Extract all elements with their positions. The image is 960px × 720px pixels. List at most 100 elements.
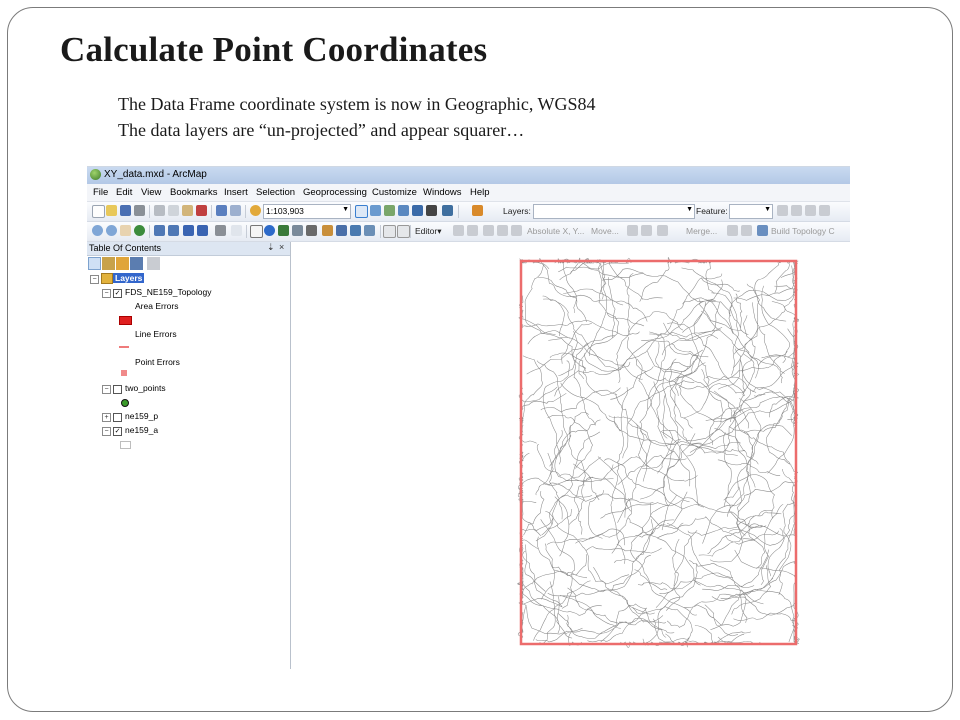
html-popup-icon[interactable] xyxy=(336,225,347,236)
collapse-icon[interactable]: − xyxy=(90,275,99,284)
menu-selection[interactable]: Selection xyxy=(256,187,295,198)
clear-selection-icon[interactable] xyxy=(231,225,242,236)
build-topology-icon[interactable] xyxy=(757,225,768,236)
hyperlink-icon[interactable] xyxy=(322,225,333,236)
attributes-icon[interactable] xyxy=(657,225,668,236)
go-to-xy-icon[interactable] xyxy=(350,225,361,236)
delete-icon[interactable] xyxy=(196,205,207,216)
redo-icon[interactable] xyxy=(230,205,241,216)
forward-extent-icon[interactable] xyxy=(197,225,208,236)
add-data-icon[interactable] xyxy=(250,205,261,216)
edit-annotation-icon[interactable] xyxy=(467,225,478,236)
toc-layer-ne159-p[interactable]: ne159_p xyxy=(125,411,158,421)
standard-toolbar: 1:103,903 ▼ Layers: ▼ Feature: ▼ xyxy=(87,202,850,222)
create-viewer-icon[interactable] xyxy=(383,225,396,238)
menu-windows[interactable]: Windows xyxy=(423,187,462,198)
sketch-properties-icon[interactable] xyxy=(727,225,738,236)
toc-layer-ne159-a[interactable]: ne159_a xyxy=(125,425,158,435)
topology-options-icon[interactable] xyxy=(819,205,830,216)
collapse-icon[interactable]: − xyxy=(102,385,111,394)
toc-line-errors-label: Line Errors xyxy=(135,329,177,339)
full-extent-icon[interactable] xyxy=(134,225,145,236)
edit-tool-icon[interactable] xyxy=(453,225,464,236)
expand-icon[interactable]: + xyxy=(102,413,111,422)
pan-icon[interactable] xyxy=(120,225,131,236)
topology-layer-dropdown[interactable]: ▼ xyxy=(533,204,695,219)
open-folder-icon[interactable] xyxy=(106,205,117,216)
menu-help[interactable]: Help xyxy=(470,187,490,198)
menu-view[interactable]: View xyxy=(141,187,161,198)
map-scale-dropdown[interactable]: 1:103,903 ▼ xyxy=(263,204,351,219)
collapse-icon[interactable]: − xyxy=(102,289,111,298)
undo-icon[interactable] xyxy=(216,205,227,216)
slide-body-line-2: The data layers are “un-projected” and a… xyxy=(118,120,525,140)
menu-insert[interactable]: Insert xyxy=(224,187,248,198)
pin-icon[interactable]: ⇣ xyxy=(267,242,275,253)
tools-toolbar: Editor▾ Absolute X, Y... Move... Merge..… xyxy=(87,222,850,242)
layer-visibility-checkbox[interactable] xyxy=(113,385,122,394)
absolute-xy-tool[interactable]: Absolute X, Y... xyxy=(527,226,584,236)
menu-edit[interactable]: Edit xyxy=(116,187,132,198)
topology-nav-first-icon[interactable] xyxy=(777,205,788,216)
create-features-icon[interactable] xyxy=(741,225,752,236)
merge-tool[interactable]: Merge... xyxy=(686,226,717,236)
menu-geoprocessing[interactable]: Geoprocessing xyxy=(303,187,367,198)
paste-icon[interactable] xyxy=(182,205,193,216)
split-tool-icon[interactable] xyxy=(627,225,638,236)
select-elements-icon[interactable] xyxy=(250,225,263,238)
topology-nav-next-icon[interactable] xyxy=(791,205,802,216)
toc-options-icon[interactable] xyxy=(147,257,160,270)
build-topology-tool[interactable]: Build Topology C xyxy=(771,226,835,236)
editor-toolbar-icon[interactable] xyxy=(355,205,368,218)
layer-visibility-checkbox[interactable] xyxy=(113,413,122,422)
identify-icon[interactable] xyxy=(264,225,275,236)
arctoolbox-icon[interactable] xyxy=(412,205,423,216)
copy-icon[interactable] xyxy=(168,205,179,216)
search-window-icon[interactable] xyxy=(398,205,409,216)
list-by-visibility-icon[interactable] xyxy=(116,257,129,270)
straight-segment-icon[interactable] xyxy=(483,225,494,236)
fixed-zoom-out-icon[interactable] xyxy=(168,225,179,236)
list-by-drawing-order-icon[interactable] xyxy=(88,257,101,270)
editor-menu[interactable]: Editor▾ xyxy=(415,226,441,237)
find-route-icon[interactable] xyxy=(292,225,303,236)
toc-layers-root[interactable]: Layers xyxy=(113,273,145,283)
print-icon[interactable] xyxy=(134,205,145,216)
topology-nav-last-icon[interactable] xyxy=(805,205,816,216)
close-icon[interactable]: × xyxy=(279,242,284,252)
feature-dropdown[interactable]: ▼ xyxy=(729,204,773,219)
list-by-source-icon[interactable] xyxy=(102,257,115,270)
end-point-arc-icon[interactable] xyxy=(497,225,508,236)
zoom-in-icon[interactable] xyxy=(92,225,103,236)
rotate-tool-icon[interactable] xyxy=(641,225,652,236)
list-by-selection-icon[interactable] xyxy=(130,257,143,270)
collapse-icon[interactable]: − xyxy=(102,427,111,436)
python-window-icon[interactable] xyxy=(426,205,437,216)
measure-icon[interactable] xyxy=(306,225,317,236)
new-document-icon[interactable] xyxy=(92,205,105,218)
toc-layer-topology[interactable]: FDS_NE159_Topology xyxy=(125,287,211,297)
toc-layer-two-points[interactable]: two_points xyxy=(125,383,166,393)
find-icon[interactable] xyxy=(278,225,289,236)
catalog-icon[interactable] xyxy=(384,205,395,216)
layer-visibility-checkbox[interactable]: ✓ xyxy=(113,289,122,298)
time-slider-icon[interactable] xyxy=(364,225,375,236)
save-icon[interactable] xyxy=(120,205,131,216)
zoom-out-icon[interactable] xyxy=(106,225,117,236)
menu-file[interactable]: File xyxy=(93,187,108,198)
menu-bookmarks[interactable]: Bookmarks xyxy=(170,187,218,198)
menu-customize[interactable]: Customize xyxy=(372,187,417,198)
model-builder-icon[interactable] xyxy=(442,205,453,216)
fixed-zoom-in-icon[interactable] xyxy=(154,225,165,236)
map-canvas xyxy=(517,257,800,648)
layer-visibility-checkbox[interactable]: ✓ xyxy=(113,427,122,436)
back-extent-icon[interactable] xyxy=(183,225,194,236)
trace-icon[interactable] xyxy=(511,225,522,236)
overview-icon[interactable] xyxy=(397,225,410,238)
move-tool[interactable]: Move... xyxy=(591,226,619,236)
select-by-rectangle-icon[interactable] xyxy=(215,225,226,236)
topology-tool-icon[interactable] xyxy=(472,205,483,216)
map-display[interactable] xyxy=(291,242,850,669)
table-of-contents-icon[interactable] xyxy=(370,205,381,216)
cut-icon[interactable] xyxy=(154,205,165,216)
